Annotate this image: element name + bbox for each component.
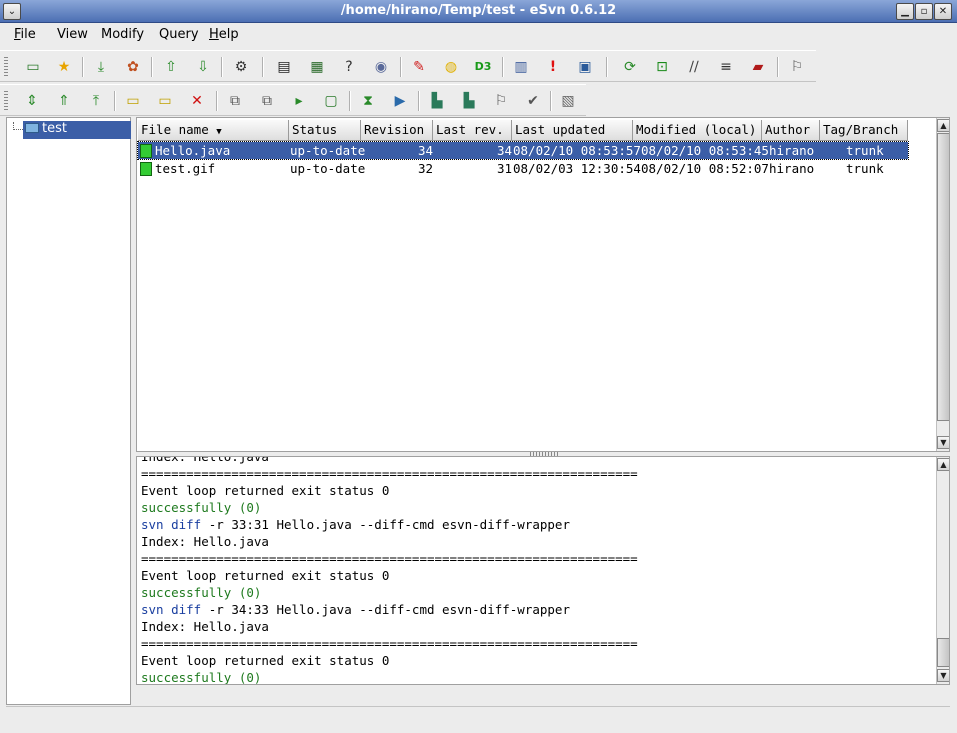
menu-view[interactable]: View	[57, 27, 88, 42]
bookmark-icon[interactable]: ⚐	[786, 57, 808, 77]
title-bar: ⌄ /home/hirano/Temp/test - eSvn 0.6.12 ▁…	[0, 0, 957, 23]
menu-query[interactable]: Query	[159, 27, 199, 42]
menu-file[interactable]: File	[14, 27, 36, 42]
down-arrow-icon[interactable]: ⇩	[192, 57, 214, 77]
delete-icon[interactable]: ✕	[186, 91, 208, 111]
log-line: Event loop returned exit status 0	[141, 568, 390, 583]
sort-down-icon: ▼	[216, 127, 222, 137]
database-icon[interactable]: ◉	[370, 57, 392, 77]
folder-icon	[25, 123, 39, 133]
bulb-icon[interactable]: ◍	[440, 57, 462, 77]
log-line: Event loop returned exit status 0	[141, 483, 390, 498]
log-line: Index: Hello.java	[141, 619, 269, 634]
book-icon[interactable]: ▰	[747, 57, 769, 77]
pin-icon[interactable]: ✎	[408, 57, 430, 77]
file-list[interactable]: File name ▼ Status Revision Last rev. La…	[136, 117, 950, 452]
secondary-toolbar: ⇕ ⇑ ⤒ ▭ ▭ ✕ ⧉ ⧉ ▸ ▢ ⧗ ▶ ▙ ▙ ⚐ ✔ ▧	[0, 84, 586, 116]
log-line: ========================================…	[141, 551, 638, 566]
maximize-icon[interactable]: ▫	[915, 3, 933, 20]
file-icon	[140, 144, 152, 158]
update-icon[interactable]: ⇕	[21, 91, 43, 111]
move-file-icon[interactable]: ⧉	[256, 91, 278, 111]
log-line: ========================================…	[141, 466, 638, 481]
toolbar-grip[interactable]	[4, 57, 8, 77]
window-title: /home/hirano/Temp/test - eSvn 0.6.12	[340, 3, 617, 18]
minimize-icon[interactable]: ▁	[896, 3, 914, 20]
log-line: svn diff -r 33:31 Hello.java --diff-cmd …	[141, 517, 570, 532]
window-icon[interactable]: ▢	[320, 91, 342, 111]
export-icon[interactable]: ▧	[557, 91, 579, 111]
log-line: svn diff -r 34:33 Hello.java --diff-cmd …	[141, 602, 570, 617]
tree-connector	[13, 122, 23, 130]
table-row[interactable]: Hello.java up-to-date 34 34 08/02/10 08:…	[137, 141, 909, 160]
main-toolbar: ▭ ★ ⤓ ✿ ⇧ ⇩ ⚙ ▤ ▦ ? ◉ ✎ ◍ D3 ▥ ! ▣ ⟳ ⊡ ∕…	[0, 50, 816, 82]
open-folder-icon[interactable]: ▭	[22, 57, 44, 77]
help-icon[interactable]: ?	[338, 57, 360, 77]
column-tag-branch[interactable]: Tag/Branch	[820, 120, 908, 141]
edit-icon[interactable]: ✔	[522, 91, 544, 111]
list-icon[interactable]: ▦	[306, 57, 328, 77]
log-scrollbar[interactable]: ▲ ▼	[936, 457, 949, 684]
log-line: Index: Hello.java	[141, 534, 269, 549]
file-list-scrollbar[interactable]: ▲ ▼	[936, 118, 949, 451]
log-line: ========================================…	[141, 636, 638, 651]
properties-icon[interactable]: ⚐	[490, 91, 512, 111]
scroll-thumb[interactable]	[937, 133, 949, 421]
import-icon[interactable]: ▶	[389, 91, 411, 111]
scroll-up-icon[interactable]: ▲	[937, 458, 949, 471]
log-icon[interactable]: ▙	[426, 91, 448, 111]
favorite-star-icon[interactable]: ★	[53, 57, 75, 77]
menu-bar: File View Modify Query Help	[0, 23, 957, 47]
log-line: successfully (0)	[141, 500, 262, 515]
copy-file-icon[interactable]: ⧉	[224, 91, 246, 111]
column-file-name[interactable]: File name ▼	[138, 120, 289, 141]
d3-icon[interactable]: D3	[472, 57, 494, 77]
add-folder-icon[interactable]: ▭	[154, 91, 176, 111]
monitor-icon[interactable]: ▣	[574, 57, 596, 77]
commit-icon[interactable]: ⇑	[53, 91, 75, 111]
column-author[interactable]: Author	[762, 120, 820, 141]
tools-icon[interactable]: ∕∕	[683, 57, 705, 77]
copy-icon[interactable]: ▤	[273, 57, 295, 77]
tree-node-test[interactable]: test	[23, 121, 131, 139]
scroll-up-icon[interactable]: ▲	[937, 119, 949, 132]
up-arrow-icon[interactable]: ⇧	[160, 57, 182, 77]
toolbar-grip-2[interactable]	[4, 91, 8, 111]
file-icon	[140, 162, 152, 176]
log-line: successfully (0)	[141, 670, 262, 685]
table-icon[interactable]: ▥	[510, 57, 532, 77]
menu-modify[interactable]: Modify	[101, 27, 144, 42]
close-icon[interactable]: ✕	[934, 3, 952, 20]
document-icon[interactable]: ≡	[715, 57, 737, 77]
log-line: successfully (0)	[141, 585, 262, 600]
scroll-down-icon[interactable]: ▼	[937, 436, 949, 449]
colors-icon[interactable]: ✿	[122, 57, 144, 77]
menu-help[interactable]: Help	[209, 27, 239, 42]
log-output[interactable]: Index: Hello.java ======================…	[136, 456, 950, 685]
alert-icon[interactable]: !	[542, 57, 564, 77]
scroll-down-icon[interactable]: ▼	[937, 669, 949, 682]
green-refresh-icon[interactable]: ⊡	[651, 57, 673, 77]
table-row[interactable]: test.gif up-to-date 32 31 08/02/03 12:30…	[138, 160, 908, 177]
column-status[interactable]: Status	[289, 120, 361, 141]
merge-icon[interactable]: ⧗	[357, 91, 379, 111]
log-line: Event loop returned exit status 0	[141, 653, 390, 668]
revert-icon[interactable]: ⤒	[85, 91, 107, 111]
blame-icon[interactable]: ▙	[458, 91, 480, 111]
forward-icon[interactable]: ▸	[288, 91, 310, 111]
column-last-updated[interactable]: Last updated	[512, 120, 633, 141]
directory-tree[interactable]: test	[6, 117, 131, 705]
column-modified-local[interactable]: Modified (local)	[633, 120, 762, 141]
column-last-rev[interactable]: Last rev.	[433, 120, 512, 141]
column-revision[interactable]: Revision	[361, 120, 433, 141]
status-bar	[6, 706, 950, 728]
new-folder-icon[interactable]: ▭	[122, 91, 144, 111]
checkout-icon[interactable]: ⤓	[90, 57, 112, 77]
refresh-icon[interactable]: ⟳	[619, 57, 641, 77]
tree-icon[interactable]: ⚙	[230, 57, 252, 77]
scroll-thumb[interactable]	[937, 638, 949, 667]
